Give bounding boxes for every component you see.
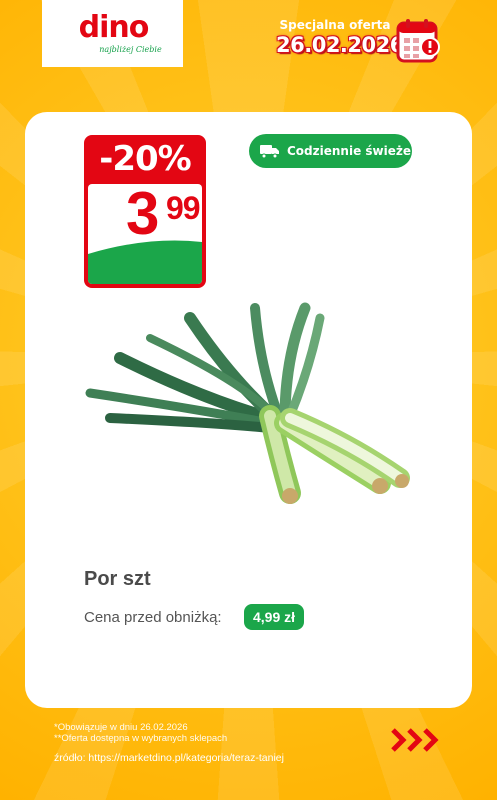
offer-date: 26.02.2026 bbox=[276, 33, 404, 57]
dino-logo[interactable]: dino najbliżej Ciebie bbox=[42, 0, 183, 67]
previous-price-label: Cena przed obniżką: bbox=[84, 609, 222, 626]
discount-percent: -20% bbox=[99, 139, 192, 179]
fresh-daily-tag: Codziennie świeże bbox=[249, 134, 412, 168]
logo-tagline: najbliżej Ciebie bbox=[99, 45, 162, 54]
previous-price-badge: 4,99 zł bbox=[244, 604, 305, 630]
leek-product-image bbox=[85, 302, 410, 504]
footer-note-date: *Obowiązuje w dniu 26.02.2026 bbox=[54, 722, 188, 733]
special-offer: Specjalna oferta 26.02.2026 bbox=[276, 18, 404, 58]
calendar-alert-icon bbox=[396, 19, 440, 63]
footer-notes: *Obowiązuje w dniu 26.02.2026 **Oferta d… bbox=[54, 722, 284, 765]
price-panel: 3 99 bbox=[88, 184, 202, 284]
price-badge: -20% 3 99 bbox=[84, 135, 206, 288]
footer-source[interactable]: źródło: https://marketdino.pl/kategoria/… bbox=[54, 752, 284, 765]
product-name: Por szt bbox=[84, 568, 151, 590]
footer-note-availability: **Oferta dostępna w wybranych sklepach bbox=[54, 733, 228, 744]
truck-icon bbox=[260, 145, 279, 159]
price-cents: 99 bbox=[166, 190, 201, 226]
next-arrows-icon[interactable] bbox=[389, 726, 447, 754]
offer-label: Specjalna oferta bbox=[279, 18, 391, 32]
fresh-daily-label: Codziennie świeże bbox=[287, 144, 411, 158]
logo-wordmark: dino bbox=[78, 10, 150, 45]
price-main: 3 bbox=[126, 184, 159, 247]
